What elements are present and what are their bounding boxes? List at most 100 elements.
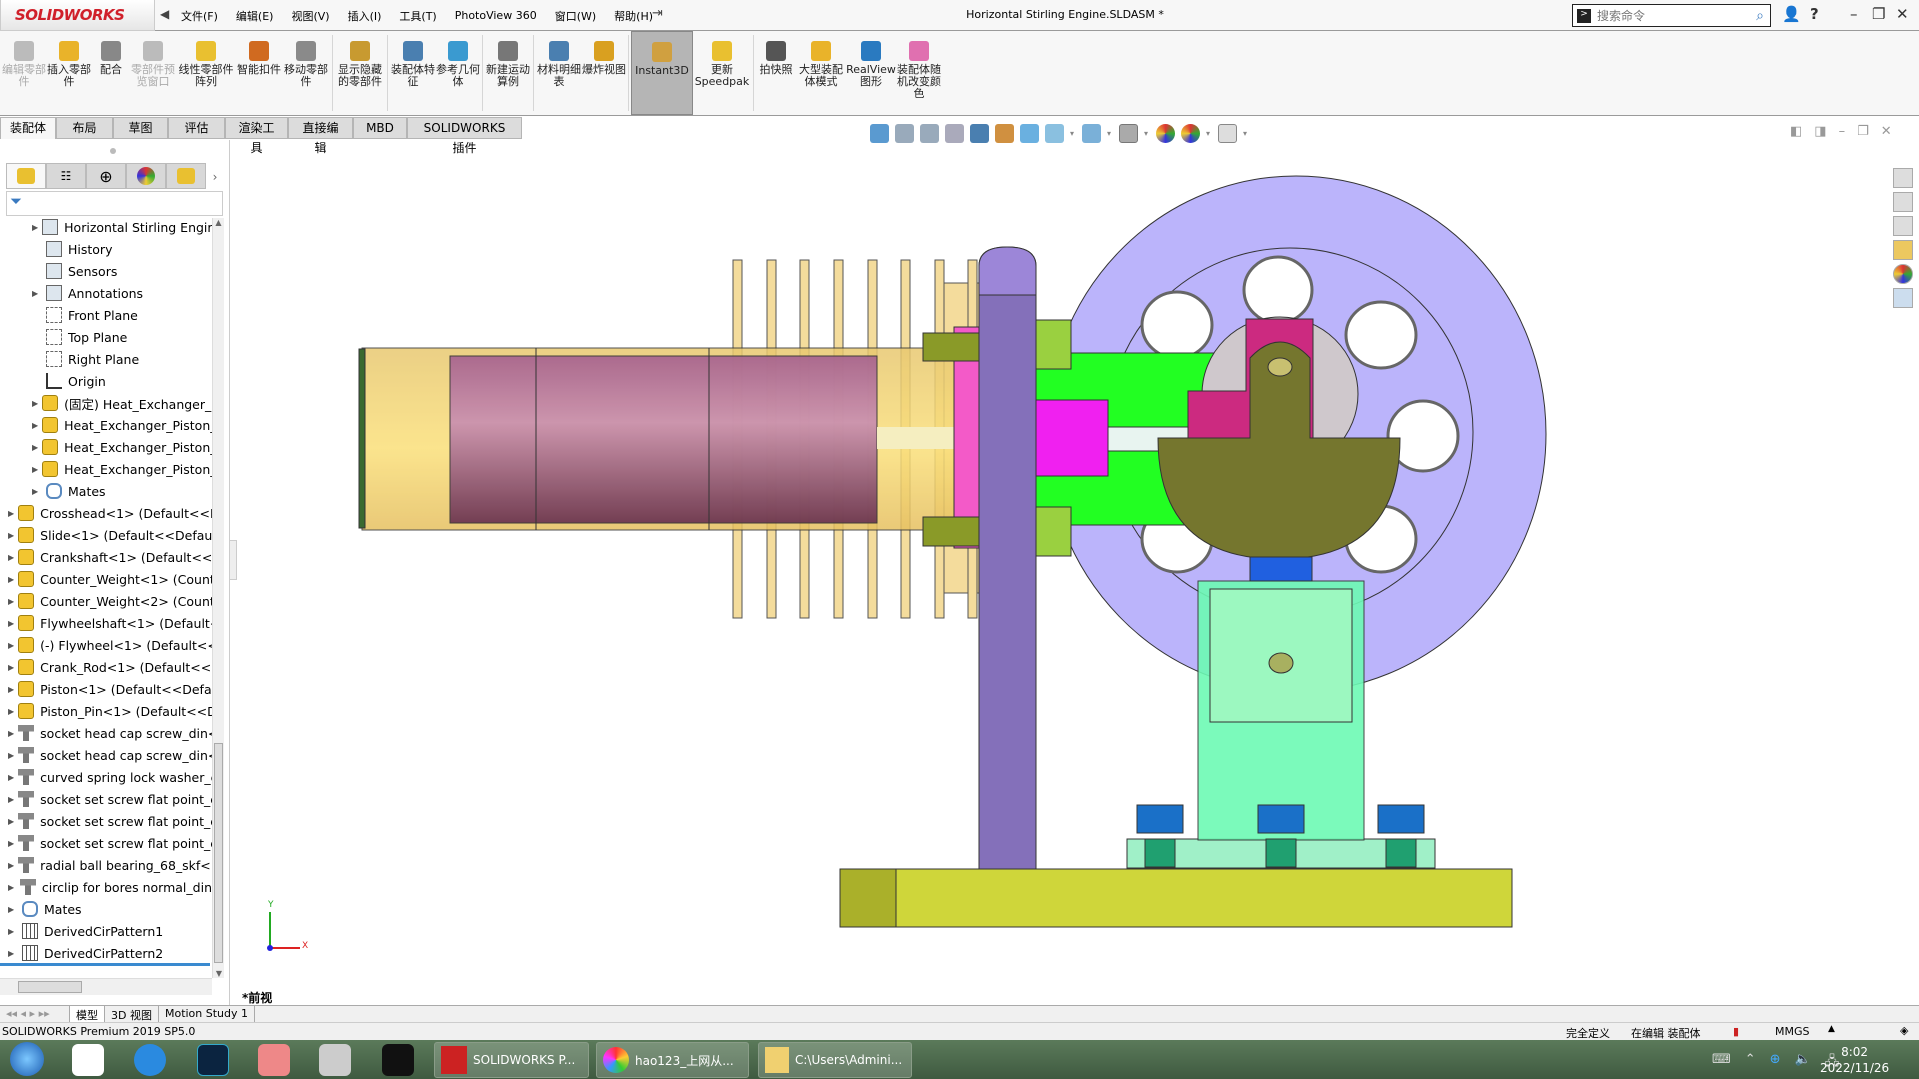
tree-item[interactable]: Top Plane (0, 326, 212, 348)
restore-icon[interactable]: ❐ (1857, 124, 1869, 139)
taskbar-explorer[interactable]: C:\Users\Admini... (758, 1042, 912, 1078)
tree-item[interactable]: Origin (0, 370, 212, 392)
view-settings-icon[interactable] (1218, 123, 1237, 143)
chevron-down-icon[interactable]: ▾ (1243, 129, 1249, 138)
system-clock[interactable]: 8:02 2022/11/26 (1820, 1044, 1889, 1076)
tree-item[interactable]: ▶ curved spring lock washer_c (0, 766, 212, 788)
ribbon-button[interactable]: 装配体特征 (390, 31, 436, 115)
tree-filter[interactable]: ⏷ (6, 191, 223, 216)
zoom-to-area-icon[interactable] (920, 123, 939, 143)
tree-item[interactable]: ▶ Crank_Rod<1> (Default<<D (0, 656, 212, 678)
expand-arrow-icon[interactable]: ▶ (32, 443, 38, 452)
expand-arrow-icon[interactable]: ▶ (8, 927, 18, 936)
configuration-manager-tab[interactable]: ⊕ (86, 163, 126, 189)
menu-item[interactable]: 插入(I) (339, 8, 391, 24)
screenshot-tool-icon[interactable] (319, 1044, 351, 1076)
expand-arrow-icon[interactable]: ▶ (32, 399, 38, 408)
tree-vertical-scrollbar[interactable]: ▲ ▼ (212, 218, 224, 978)
tree-item[interactable]: ▶ DerivedCirPattern2 (0, 942, 212, 964)
chevron-down-icon[interactable]: ▾ (1206, 129, 1212, 138)
close-icon[interactable]: ✕ (1896, 5, 1909, 23)
expand-arrow-icon[interactable]: ▶ (8, 817, 14, 826)
tab-3d-views[interactable]: 3D 视图 (105, 1006, 159, 1022)
user-icon[interactable]: 👤 (1782, 5, 1801, 23)
expand-arrow-icon[interactable]: ▶ (8, 509, 14, 518)
help-icon[interactable]: ? (1810, 5, 1819, 23)
tree-item[interactable]: ▶ Piston_Pin<1> (Default<<De (0, 700, 212, 722)
start-button[interactable] (10, 1042, 44, 1076)
menu-item[interactable]: 编辑(E) (227, 8, 283, 24)
display-manager-tab[interactable] (166, 163, 206, 189)
tab-4[interactable]: 渲染工具 (225, 117, 288, 155)
tree-item[interactable]: ▶ Counter_Weight<2> (Count (0, 590, 212, 612)
scroll-down-icon[interactable]: ▼ (213, 969, 225, 978)
expand-arrow-icon[interactable]: ▶ (8, 575, 14, 584)
tree-item[interactable]: ▶ radial ball bearing_68_skf<1 (0, 854, 212, 876)
tab-5[interactable]: 直接编辑 (288, 117, 353, 155)
ribbon-button[interactable]: 参考几何体 (436, 31, 480, 115)
network-helper-icon[interactable]: ⊕ (1770, 1052, 1781, 1074)
unit-system-selector[interactable]: MMGS (1775, 1025, 1810, 1038)
chevron-down-icon[interactable]: ▾ (1070, 129, 1076, 138)
recorder-icon[interactable] (382, 1044, 414, 1076)
keyboard-icon[interactable]: ⌨ (1712, 1052, 1731, 1074)
tree-item[interactable]: ▶ Piston<1> (Default<<Defau (0, 678, 212, 700)
next-icon[interactable]: ◨ (1814, 124, 1826, 139)
expand-arrow-icon[interactable]: ▶ (8, 729, 14, 738)
tree-item[interactable]: ▶ (-) Flywheel<1> (Default<<I (0, 634, 212, 656)
ribbon-button[interactable]: 插入零部件 (46, 31, 92, 115)
menu-item[interactable]: 文件(F) (172, 8, 227, 24)
ribbon-button[interactable]: 智能扣件 (236, 31, 282, 115)
tree-item[interactable]: ▶ socket head cap screw_din< (0, 722, 212, 744)
menu-item[interactable]: 工具(T) (390, 8, 445, 24)
file-explorer-icon[interactable] (1893, 216, 1913, 236)
expand-arrow-icon[interactable]: ▶ (8, 905, 18, 914)
expand-arrow-icon[interactable]: ▶ (32, 465, 38, 474)
home-icon[interactable] (1893, 168, 1913, 188)
tab-motion-study-1[interactable]: Motion Study 1 (159, 1006, 256, 1022)
appearances-icon[interactable] (1893, 264, 1913, 284)
scrollbar-thumb[interactable] (214, 743, 223, 963)
expand-arrow-icon[interactable]: ▶ (8, 663, 14, 672)
expand-arrow-icon[interactable]: ▶ (8, 839, 14, 848)
expand-arrow-icon[interactable]: ▶ (8, 883, 16, 892)
view-orientation-dropdown-icon[interactable] (1045, 123, 1064, 143)
tooltip-icon[interactable]: ◈ (1900, 1024, 1908, 1037)
expand-arrow-icon[interactable]: ▶ (8, 861, 14, 870)
zoom-to-fit-icon[interactable] (895, 123, 914, 143)
tree-item[interactable]: ▶ Heat_Exchanger_Piston_ (0, 414, 212, 436)
tree-item[interactable]: ▶ Crosshead<1> (Default<<D (0, 502, 212, 524)
tree-item[interactable]: ▶ socket set screw flat point_c (0, 810, 212, 832)
photoshop-icon[interactable] (197, 1044, 229, 1076)
tab-0[interactable]: 装配体 (0, 117, 56, 139)
expand-arrow-icon[interactable]: ▶ (8, 531, 14, 540)
tree-item[interactable]: ▶ Slide<1> (Default<<Default (0, 524, 212, 546)
tree-item[interactable]: ▶ Crankshaft<1> (Default<<D (0, 546, 212, 568)
expand-arrow-icon[interactable]: ▶ (8, 949, 18, 958)
pin-icon[interactable]: ⇥ (652, 6, 663, 21)
tree-item[interactable]: Front Plane (0, 304, 212, 326)
expand-arrow-icon[interactable]: ▶ (8, 641, 14, 650)
expand-arrow-icon[interactable]: ▶ (8, 553, 14, 562)
search-command-input[interactable]: > 搜索命令 ⌕ (1572, 4, 1771, 27)
assembly-model-graphics[interactable] (0, 0, 1919, 1000)
ribbon-button[interactable]: 线性零部件阵列 (176, 31, 236, 115)
search-icon[interactable]: ⌕ (1756, 8, 1770, 24)
minimize-icon[interactable]: – (1839, 124, 1846, 139)
previous-icon[interactable]: ◧ (1790, 124, 1802, 139)
dynamic-annotation-icon[interactable] (995, 123, 1014, 143)
taskbar-browser[interactable]: hao123_上网从... (596, 1042, 749, 1078)
restore-icon[interactable]: ❐ (1872, 5, 1885, 23)
tree-item[interactable]: ▶ socket set screw flat point_c (0, 788, 212, 810)
tree-item[interactable]: ▶ Annotations (0, 282, 212, 304)
expand-arrow-icon[interactable]: ▶ (8, 751, 14, 760)
property-manager-tab[interactable]: ☷ (46, 163, 86, 189)
tree-item[interactable]: ▶ Horizontal Stirling Engir (0, 216, 212, 238)
scroll-up-icon[interactable]: ▲ (213, 218, 224, 227)
ribbon-button[interactable]: 零部件预览窗口 (130, 31, 176, 115)
view-palette-icon[interactable] (1893, 240, 1913, 260)
tree-item[interactable]: History (0, 238, 212, 260)
tree-item[interactable]: ▶ Flywheelshaft<1> (Default< (0, 612, 212, 634)
chevron-right-icon[interactable]: › (206, 170, 224, 184)
chevron-down-icon[interactable]: ▾ (1107, 129, 1113, 138)
